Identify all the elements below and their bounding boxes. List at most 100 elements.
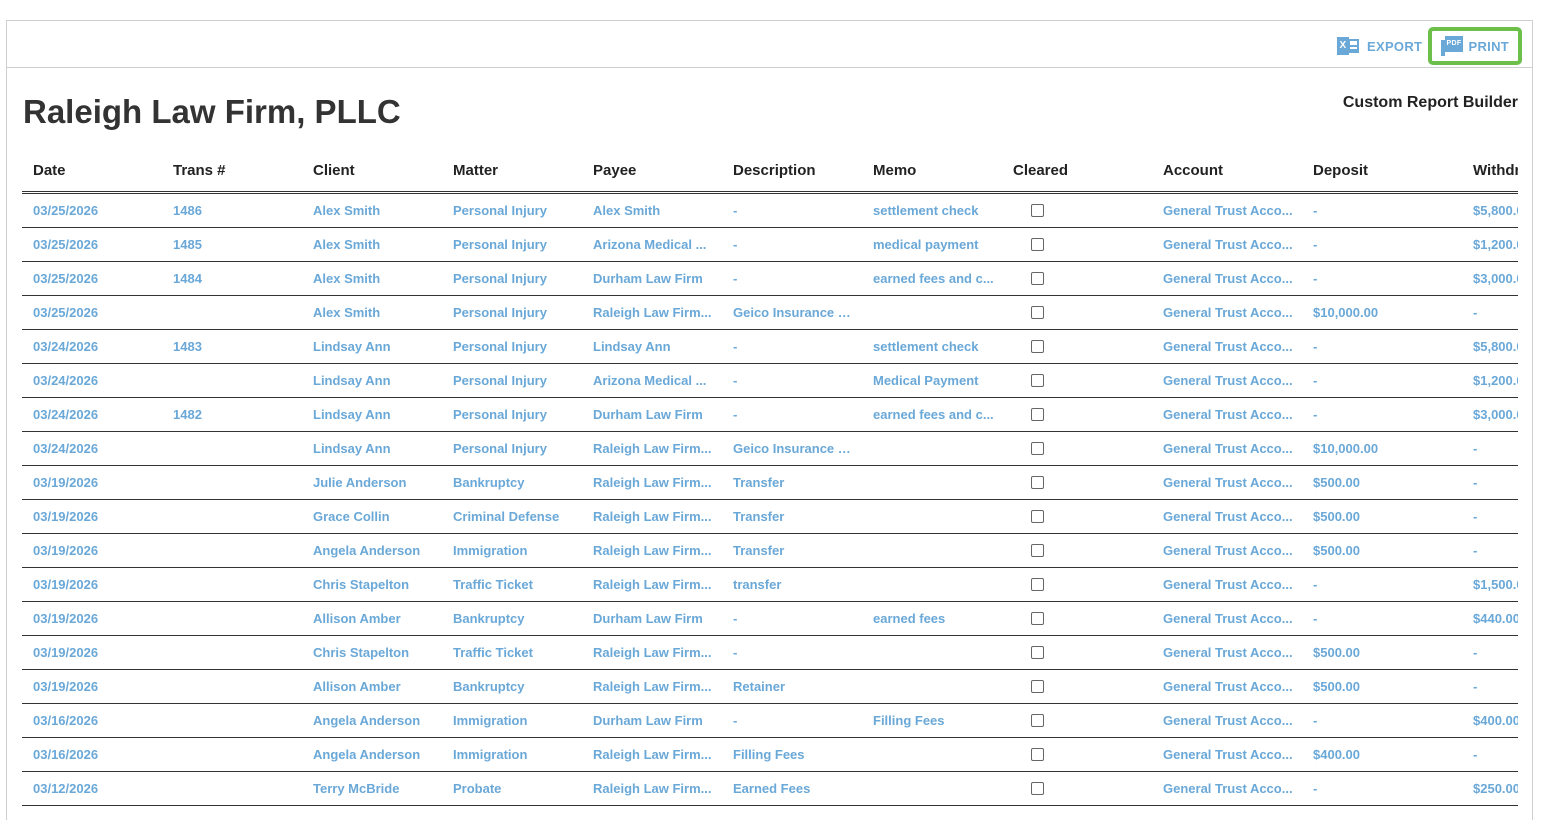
withdrawal-cell[interactable]: -	[1473, 305, 1518, 320]
payee-link[interactable]: Raleigh Law Firm...	[593, 475, 717, 490]
description-cell[interactable]: -	[733, 339, 857, 354]
trans-number-cell[interactable]: 1483	[173, 339, 303, 354]
account-link[interactable]: General Trust Acco...	[1163, 373, 1295, 388]
payee-link[interactable]: Durham Law Firm	[593, 407, 717, 422]
table-row[interactable]: 03/24/2026 1482 Lindsay Ann Personal Injury…	[22, 398, 1518, 432]
withdrawal-cell[interactable]: -	[1473, 679, 1518, 694]
withdrawal-cell[interactable]: -	[1473, 441, 1518, 456]
table-row[interactable]: 03/16/2026 Angela Anderson Immigration Rale…	[22, 738, 1518, 772]
matter-link[interactable]: Personal Injury	[453, 339, 583, 354]
memo-cell[interactable]: earned fees	[873, 611, 997, 626]
matter-link[interactable]: Probate	[453, 781, 583, 796]
client-link[interactable]: Chris Stapelton	[313, 577, 443, 592]
payee-link[interactable]: Raleigh Law Firm...	[593, 577, 717, 592]
client-link[interactable]: Angela Anderson	[313, 747, 443, 762]
description-cell[interactable]: transfer	[733, 577, 857, 592]
column-header-date[interactable]: Date	[33, 162, 163, 179]
account-link[interactable]: General Trust Acco...	[1163, 713, 1295, 728]
payee-link[interactable]: Raleigh Law Firm...	[593, 645, 717, 660]
memo-cell[interactable]: Medical Payment	[873, 373, 997, 388]
memo-cell[interactable]: settlement check	[873, 203, 997, 218]
column-header-trans[interactable]: Trans #	[173, 162, 303, 179]
table-row[interactable]: 03/19/2026 Grace Collin Criminal Defense Ra…	[22, 500, 1518, 534]
withdrawal-cell[interactable]: -	[1473, 475, 1518, 490]
withdrawal-cell[interactable]: $400.00	[1473, 713, 1518, 728]
payee-link[interactable]: Lindsay Ann	[593, 339, 717, 354]
matter-link[interactable]: Bankruptcy	[453, 679, 583, 694]
table-row[interactable]: 03/24/2026 Lindsay Ann Personal Injury Rale…	[22, 432, 1518, 466]
date-cell[interactable]: 03/24/2026	[33, 373, 163, 388]
memo-cell[interactable]: earned fees and c...	[873, 407, 997, 422]
account-link[interactable]: General Trust Acco...	[1163, 781, 1295, 796]
column-header-matter[interactable]: Matter	[453, 162, 583, 179]
date-cell[interactable]: 03/19/2026	[33, 509, 163, 524]
deposit-cell[interactable]: $400.00	[1313, 747, 1453, 762]
client-link[interactable]: Lindsay Ann	[313, 407, 443, 422]
table-row[interactable]: 03/19/2026 Chris Stapelton Traffic Ticket R…	[22, 568, 1518, 602]
memo-cell[interactable]: earned fees and c...	[873, 271, 997, 286]
account-link[interactable]: General Trust Acco...	[1163, 509, 1295, 524]
deposit-cell[interactable]: -	[1313, 577, 1453, 592]
export-button[interactable]: X EXPORT	[1325, 27, 1434, 65]
account-link[interactable]: General Trust Acco...	[1163, 203, 1295, 218]
withdrawal-cell[interactable]: $1,200.0	[1473, 373, 1518, 388]
column-header-deposit[interactable]: Deposit	[1313, 162, 1453, 179]
cleared-checkbox[interactable]	[1031, 510, 1044, 523]
deposit-cell[interactable]: $500.00	[1313, 645, 1453, 660]
client-link[interactable]: Alex Smith	[313, 305, 443, 320]
account-link[interactable]: General Trust Acco...	[1163, 577, 1295, 592]
description-cell[interactable]: -	[733, 237, 857, 252]
cleared-checkbox[interactable]	[1031, 238, 1044, 251]
description-cell[interactable]: -	[733, 611, 857, 626]
cleared-checkbox[interactable]	[1031, 646, 1044, 659]
description-cell[interactable]: -	[733, 373, 857, 388]
payee-link[interactable]: Raleigh Law Firm...	[593, 543, 717, 558]
description-cell[interactable]: -	[733, 271, 857, 286]
table-row[interactable]: 03/19/2026 Chris Stapelton Traffic Ticket R…	[22, 636, 1518, 670]
date-cell[interactable]: 03/25/2026	[33, 203, 163, 218]
print-button[interactable]: PDF PRINT	[1428, 27, 1522, 65]
payee-link[interactable]: Durham Law Firm	[593, 611, 717, 626]
matter-link[interactable]: Immigration	[453, 747, 583, 762]
withdrawal-cell[interactable]: -	[1473, 747, 1518, 762]
cleared-checkbox[interactable]	[1031, 408, 1044, 421]
matter-link[interactable]: Immigration	[453, 713, 583, 728]
description-cell[interactable]: Geico Insurance S...	[733, 305, 857, 320]
matter-link[interactable]: Traffic Ticket	[453, 577, 583, 592]
description-cell[interactable]: Retainer	[733, 679, 857, 694]
matter-link[interactable]: Personal Injury	[453, 407, 583, 422]
date-cell[interactable]: 03/25/2026	[33, 305, 163, 320]
description-cell[interactable]: -	[733, 407, 857, 422]
trans-number-cell[interactable]: 1485	[173, 237, 303, 252]
account-link[interactable]: General Trust Acco...	[1163, 543, 1295, 558]
column-header-payee[interactable]: Payee	[593, 162, 717, 179]
description-cell[interactable]: Transfer	[733, 475, 857, 490]
client-link[interactable]: Chris Stapelton	[313, 645, 443, 660]
account-link[interactable]: General Trust Acco...	[1163, 441, 1295, 456]
cleared-checkbox[interactable]	[1031, 748, 1044, 761]
payee-link[interactable]: Raleigh Law Firm...	[593, 441, 717, 456]
account-link[interactable]: General Trust Acco...	[1163, 679, 1295, 694]
table-row[interactable]: 03/25/2026 1484 Alex Smith Personal Injury D…	[22, 262, 1518, 296]
withdrawal-cell[interactable]: $250.00	[1473, 781, 1518, 796]
description-cell[interactable]: -	[733, 203, 857, 218]
client-link[interactable]: Angela Anderson	[313, 713, 443, 728]
account-link[interactable]: General Trust Acco...	[1163, 645, 1295, 660]
column-header-client[interactable]: Client	[313, 162, 443, 179]
client-link[interactable]: Lindsay Ann	[313, 441, 443, 456]
withdrawal-cell[interactable]: $5,800.0	[1473, 339, 1518, 354]
account-link[interactable]: General Trust Acco...	[1163, 475, 1295, 490]
withdrawal-cell[interactable]: -	[1473, 509, 1518, 524]
cleared-checkbox[interactable]	[1031, 442, 1044, 455]
date-cell[interactable]: 03/25/2026	[33, 237, 163, 252]
cleared-checkbox[interactable]	[1031, 204, 1044, 217]
table-row[interactable]: 03/12/2026 Terry McBride Probate Raleigh La…	[22, 772, 1518, 806]
description-cell[interactable]: -	[733, 713, 857, 728]
table-row[interactable]: 03/19/2026 Allison Amber Bankruptcy Durham …	[22, 602, 1518, 636]
withdrawal-cell[interactable]: $5,800.0	[1473, 203, 1518, 218]
payee-link[interactable]: Durham Law Firm	[593, 713, 717, 728]
date-cell[interactable]: 03/16/2026	[33, 713, 163, 728]
withdrawal-cell[interactable]: $3,000.0	[1473, 407, 1518, 422]
deposit-cell[interactable]: -	[1313, 237, 1453, 252]
table-row[interactable]: 03/24/2026 1483 Lindsay Ann Personal Injury…	[22, 330, 1518, 364]
